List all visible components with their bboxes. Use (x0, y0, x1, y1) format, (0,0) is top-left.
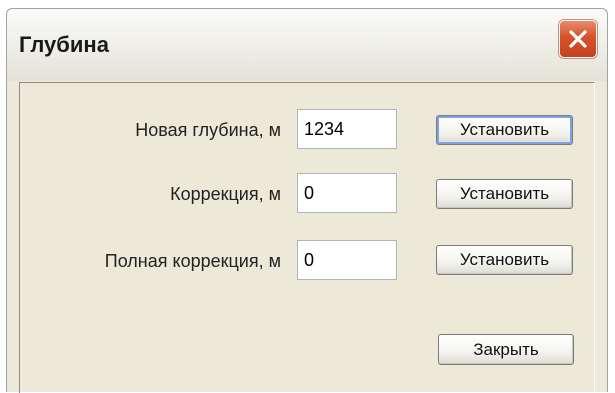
new-depth-input[interactable] (297, 109, 397, 149)
set-correction-button[interactable]: Установить (436, 179, 573, 209)
set-new-depth-button[interactable]: Установить (436, 115, 573, 145)
close-button[interactable]: Закрыть (438, 334, 574, 365)
window-title: Глубина (19, 32, 109, 57)
correction-input[interactable] (297, 173, 397, 213)
full-correction-label: Полная коррекция, м (104, 251, 281, 271)
title-bar[interactable]: Глубина (7, 9, 607, 81)
depth-dialog: Глубина Новая глубина, м Установить Корр… (6, 8, 608, 393)
dialog-body: Новая глубина, м Установить Коррекция, м… (19, 82, 595, 393)
new-depth-label: Новая глубина, м (135, 120, 281, 140)
correction-label: Коррекция, м (170, 184, 281, 204)
set-full-correction-button[interactable]: Установить (436, 245, 573, 275)
full-correction-input[interactable] (297, 240, 397, 280)
close-icon (569, 30, 587, 48)
window-close-button[interactable] (559, 20, 597, 58)
